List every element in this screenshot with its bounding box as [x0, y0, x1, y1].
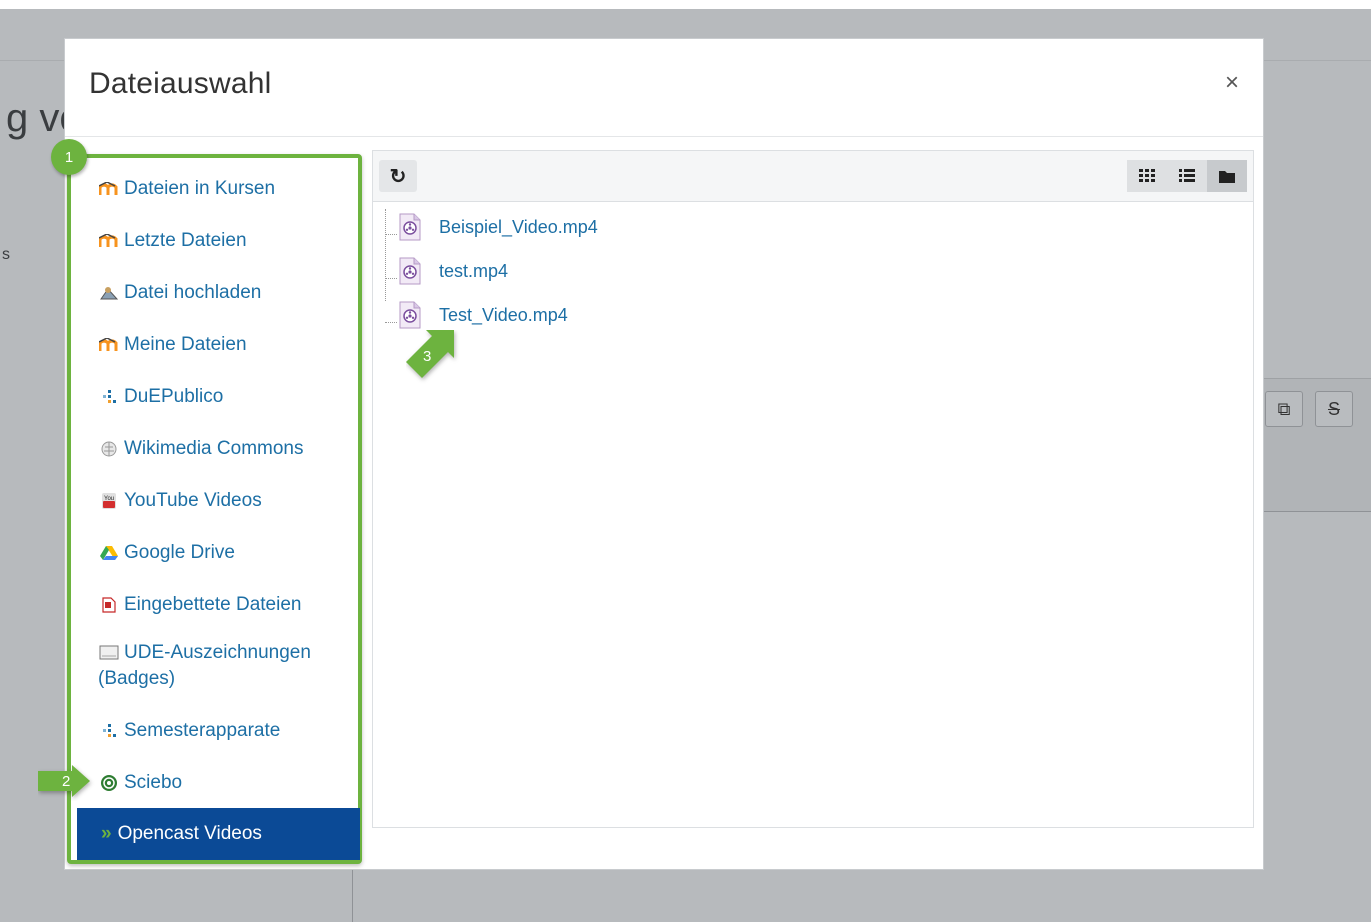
moodle-icon	[98, 179, 120, 199]
upload-icon	[98, 283, 120, 303]
file-picker-modal: Dateiauswahl × Dateien in Kursen Letzte …	[64, 38, 1264, 870]
annotation-badge-1: 1	[51, 139, 87, 175]
file-item[interactable]: Beispiel_Video.mp4	[397, 213, 598, 241]
sidebar-item-label: Meine Dateien	[124, 334, 247, 355]
refresh-icon: ↻	[389, 165, 407, 188]
folder-icon	[1219, 171, 1235, 183]
top-bar	[0, 0, 1371, 9]
annotation-arrow-2: 2	[38, 765, 90, 797]
sidebar-item-label-wrap: UDE-Auszeichnungen	[124, 638, 311, 668]
file-browser-panel: ↻ Beispiel_Video.mp4 test.mp4 Test_Video…	[372, 150, 1254, 828]
video-file-icon	[399, 301, 421, 329]
sciebo-icon	[98, 773, 120, 793]
modal-title: Dateiauswahl	[89, 67, 272, 100]
sidebar-item-label: UDE-Auszeichnungen	[124, 642, 311, 663]
annotation-label-3: 3	[423, 348, 431, 365]
tree-branch	[385, 322, 397, 324]
view-mode-group	[1127, 160, 1247, 192]
sidebar-item-label: Semesterapparate	[124, 720, 281, 741]
modal-header: Dateiauswahl ×	[65, 39, 1263, 137]
sidebar-item-label: DuEPublico	[124, 386, 224, 407]
embedded-file-icon	[98, 595, 120, 615]
sidebar-item-label: Letzte Dateien	[124, 230, 247, 251]
close-button[interactable]: ×	[1225, 69, 1239, 97]
chevron-right-icon: »	[101, 823, 112, 844]
annotation-label-2: 2	[62, 773, 70, 790]
svg-text:You: You	[104, 496, 114, 502]
sidebar-item-label: Dateien in Kursen	[124, 178, 276, 199]
sidebar-item-sciebo[interactable]: Sciebo	[98, 772, 182, 794]
list-icon	[1179, 169, 1195, 182]
sidebar-item-eingebettete-dateien[interactable]: Eingebettete Dateien	[98, 594, 301, 616]
youtube-icon: You	[98, 491, 120, 511]
sidebar-item-label: Datei hochladen	[124, 282, 262, 303]
sidebar-item-ude-auszeichnungen-line2[interactable]: (Badges)	[98, 668, 175, 690]
sidebar-item-ude-auszeichnungen[interactable]: UDE-Auszeichnungen	[98, 638, 311, 668]
tree-guide-line	[385, 209, 387, 301]
sidebar-item-duepublico[interactable]: DuEPublico	[98, 386, 223, 408]
sidebar-item-dateien-in-kursen[interactable]: Dateien in Kursen	[98, 178, 275, 200]
sidebar-item-youtube-videos[interactable]: You YouTube Videos	[98, 490, 262, 512]
grid-icon	[1139, 169, 1155, 182]
tree-view-button[interactable]	[1207, 160, 1247, 192]
sidebar-item-datei-hochladen[interactable]: Datei hochladen	[98, 282, 261, 304]
sidebar-item-letzte-dateien[interactable]: Letzte Dateien	[98, 230, 247, 252]
annotation-arrow-3: 3	[406, 330, 454, 378]
copy-format-button[interactable]: ⧉	[1265, 391, 1303, 427]
duepublico-icon	[98, 721, 120, 741]
file-name: Test_Video.mp4	[439, 304, 568, 325]
file-browser-toolbar: ↻	[373, 151, 1253, 202]
file-name: Beispiel_Video.mp4	[439, 216, 598, 237]
video-file-icon	[399, 213, 421, 241]
sidebar-item-label: Opencast Videos	[117, 823, 262, 844]
video-file-icon	[399, 257, 421, 285]
background-divider-vertical	[352, 870, 353, 922]
moodle-icon	[98, 335, 120, 355]
sidebar-item-meine-dateien[interactable]: Meine Dateien	[98, 334, 247, 356]
sidebar-item-label: Eingebettete Dateien	[124, 594, 302, 615]
sidebar-item-label: Google Drive	[124, 542, 235, 563]
repository-sidebar: Dateien in Kursen Letzte Dateien Datei h…	[67, 154, 362, 864]
sidebar-item-google-drive[interactable]: Google Drive	[98, 542, 235, 564]
badge-icon	[98, 642, 120, 662]
sidebar-item-label: Wikimedia Commons	[124, 438, 304, 459]
duepublico-icon	[98, 387, 120, 407]
icons-view-button[interactable]	[1127, 160, 1167, 192]
file-item[interactable]: test.mp4	[397, 257, 508, 285]
tree-branch	[385, 234, 397, 236]
file-name: test.mp4	[439, 260, 509, 281]
sidebar-item-label: Sciebo	[124, 772, 183, 793]
tree-branch	[385, 278, 397, 280]
wikimedia-icon	[98, 439, 120, 459]
sidebar-item-label: YouTube Videos	[124, 490, 262, 511]
strikethrough-button[interactable]: S	[1315, 391, 1353, 427]
moodle-icon	[98, 231, 120, 251]
google-drive-icon	[98, 543, 120, 563]
list-view-button[interactable]	[1167, 160, 1207, 192]
sidebar-item-wikimedia-commons[interactable]: Wikimedia Commons	[98, 438, 303, 460]
file-item[interactable]: Test_Video.mp4	[397, 301, 568, 329]
background-text: s	[2, 246, 10, 263]
refresh-button[interactable]: ↻	[379, 160, 417, 192]
sidebar-item-label: (Badges)	[98, 668, 176, 689]
sidebar-item-opencast-videos[interactable]: » Opencast Videos	[77, 808, 360, 860]
sidebar-item-semesterapparate[interactable]: Semesterapparate	[98, 720, 280, 742]
